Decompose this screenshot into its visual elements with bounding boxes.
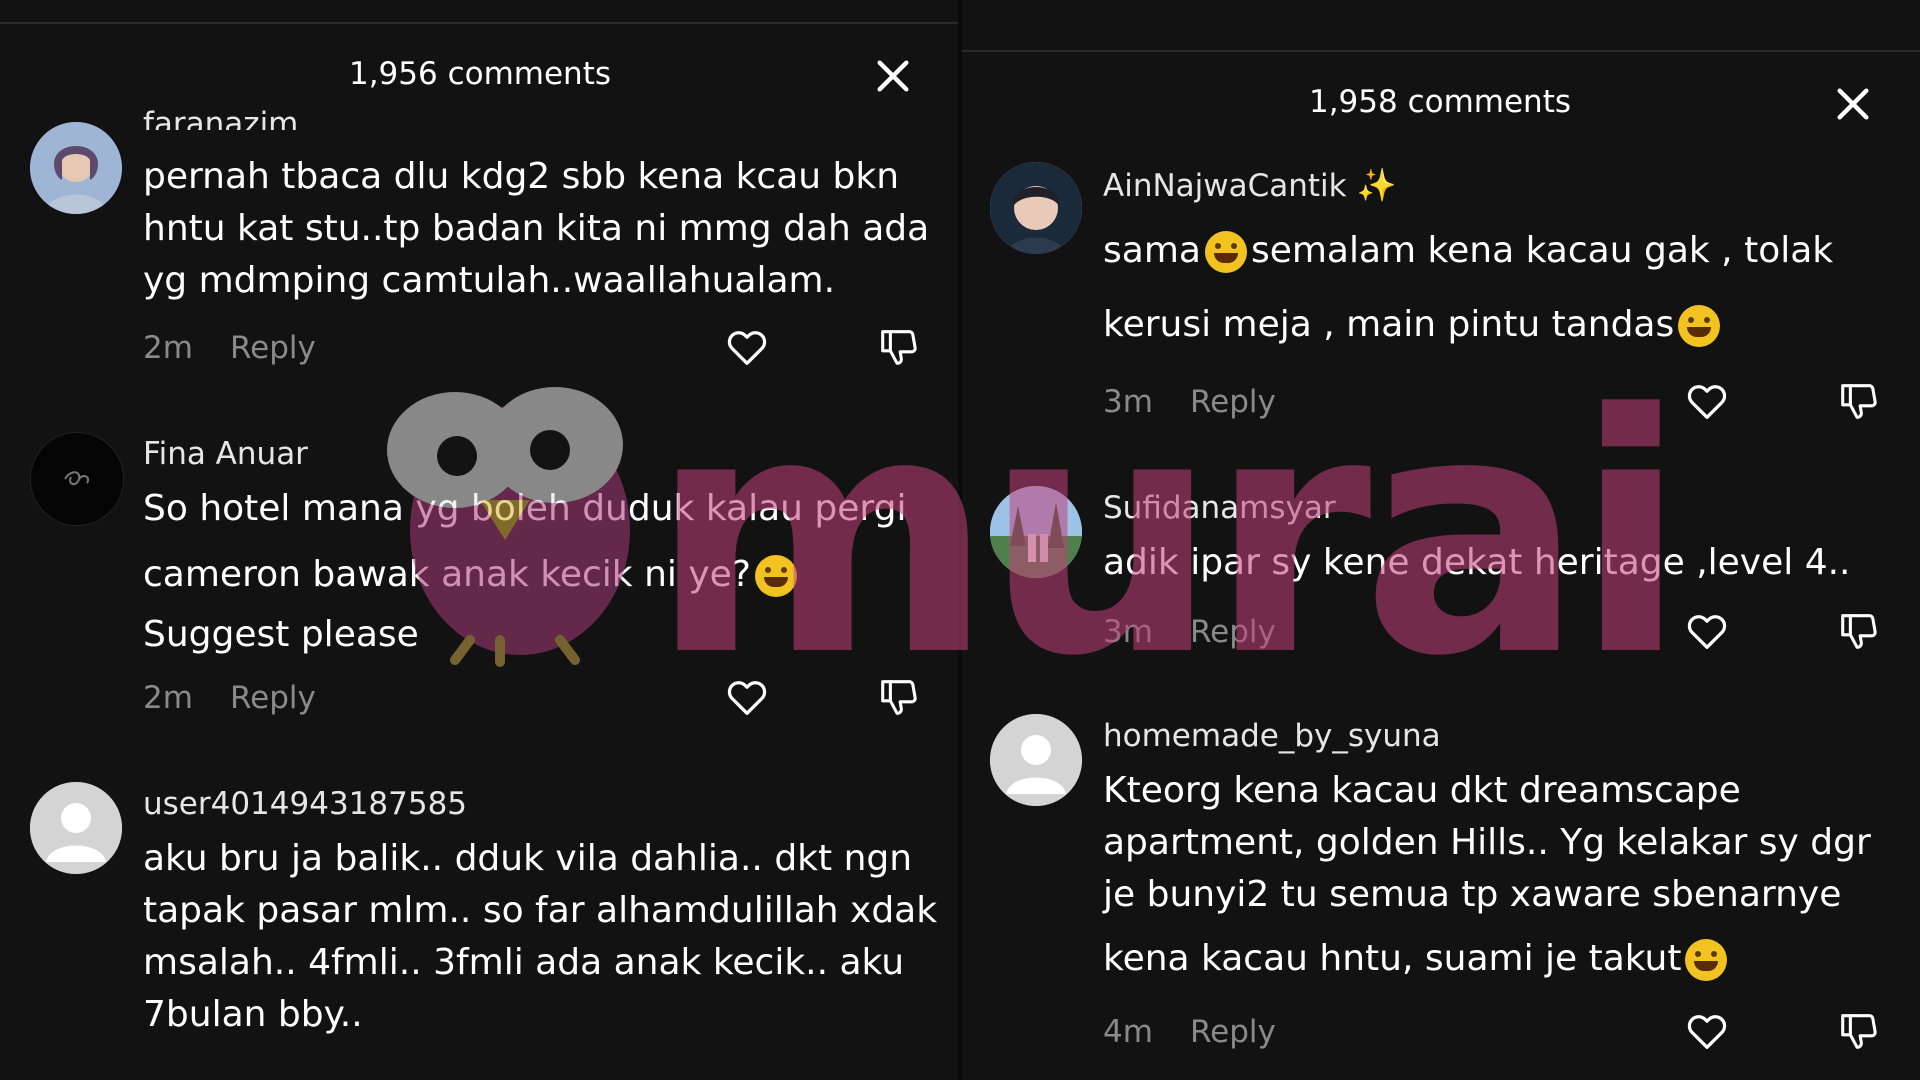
avatar[interactable] <box>990 486 1082 578</box>
comment-text-line: kerusi meja , main pintu tandas <box>1103 304 1724 347</box>
comment-username[interactable]: AinNajwaCantik ✨ <box>1103 166 1396 204</box>
left-comments-panel: 1,956 comments faranazim pernah tbaca dl… <box>0 0 960 1080</box>
avatar[interactable] <box>30 122 122 214</box>
comment-text-line: je bunyi2 tu semua tp xaware sbenarnye <box>1103 874 1842 915</box>
close-icon[interactable] <box>1833 84 1873 124</box>
right-comments-panel: 1,958 comments AinNajwaCantik ✨ sama sema… <box>960 0 1920 1080</box>
comment-text-line: aku bru ja balik.. dduk vila dahlia.. dk… <box>143 838 913 879</box>
comment-text-line: cameron bawak anak kecik ni ye? <box>143 554 801 597</box>
reply-button[interactable]: Reply <box>1190 384 1276 420</box>
heart-icon[interactable] <box>724 674 770 720</box>
heart-icon[interactable] <box>724 324 770 370</box>
comment-text-line: yg mdmping camtulah..waallahualam. <box>143 260 836 301</box>
comment-timestamp: 2m <box>143 680 193 716</box>
comment-text-line: kena kacau hntu, suami je takut <box>1103 938 1731 981</box>
comment-timestamp: 3m <box>1103 384 1153 420</box>
comment-timestamp: 2m <box>143 330 193 366</box>
avatar[interactable] <box>30 432 124 526</box>
avatar[interactable] <box>990 162 1082 254</box>
comment-text-line: Kteorg kena kacau dkt dreamscape <box>1103 770 1741 811</box>
avatar[interactable] <box>990 714 1082 806</box>
close-icon[interactable] <box>873 56 913 96</box>
top-divider <box>960 50 1920 52</box>
heart-icon[interactable] <box>1684 378 1730 424</box>
comment-text-line: pernah tbaca dlu kdg2 sbb kena kcau bkn <box>143 156 900 197</box>
thumbs-down-icon[interactable] <box>1836 1008 1882 1054</box>
sparkles-emoji-icon: ✨ <box>1356 166 1397 204</box>
comment-text-line: apartment, golden Hills.. Yg kelakar sy … <box>1103 822 1871 863</box>
reply-button[interactable]: Reply <box>230 680 316 716</box>
panel-divider <box>958 0 962 1080</box>
thumbs-down-icon[interactable] <box>1836 378 1882 424</box>
heart-icon[interactable] <box>1684 1008 1730 1054</box>
reply-button[interactable]: Reply <box>1190 1014 1276 1050</box>
avatar[interactable] <box>30 782 122 874</box>
top-divider <box>0 22 960 24</box>
comment-username[interactable]: user4014943187585 <box>143 786 467 822</box>
comment-username[interactable]: homemade_by_syuna <box>1103 718 1441 754</box>
rolling-on-floor-laughing-emoji-icon <box>1204 231 1247 273</box>
reply-button[interactable]: Reply <box>230 330 316 366</box>
comment-timestamp: 4m <box>1103 1014 1153 1050</box>
laughing-squinting-emoji-icon <box>1678 305 1721 347</box>
comments-count-title: 1,958 comments <box>1308 84 1572 120</box>
comment-username[interactable]: Fina Anuar <box>143 436 308 472</box>
thumbs-down-icon[interactable] <box>876 324 922 370</box>
grinning-sweat-emoji-icon <box>754 555 797 597</box>
comment-text-line: 7bulan bby.. <box>143 994 363 1035</box>
thumbs-down-icon[interactable] <box>1836 608 1882 654</box>
comment-text-line: adik ipar sy kene dekat heritage ,level … <box>1103 542 1851 583</box>
comment-username[interactable]: Sufidanamsyar <box>1103 490 1336 526</box>
comment-text-line: So hotel mana yg boleh duduk kalau pergi <box>143 488 907 529</box>
comment-timestamp: 3m <box>1103 614 1153 650</box>
comment-text-line: Suggest please <box>143 614 419 655</box>
heart-icon[interactable] <box>1684 608 1730 654</box>
reply-button[interactable]: Reply <box>1190 614 1276 650</box>
comment-text-line: sama semalam kena kacau gak , tolak <box>1103 230 1834 273</box>
comment-username[interactable]: faranazim <box>143 106 298 130</box>
comment-text-line: msalah.. 4fmli.. 3fmli ada anak kecik.. … <box>143 942 905 983</box>
comments-count-title: 1,956 comments <box>348 56 612 92</box>
comment-text-line: hntu kat stu..tp badan kita ni mmg dah a… <box>143 208 930 249</box>
tears-of-joy-emoji-icon <box>1685 939 1728 981</box>
comment-text-line: tapak pasar mlm.. so far alhamdulillah x… <box>143 890 938 931</box>
thumbs-down-icon[interactable] <box>876 674 922 720</box>
